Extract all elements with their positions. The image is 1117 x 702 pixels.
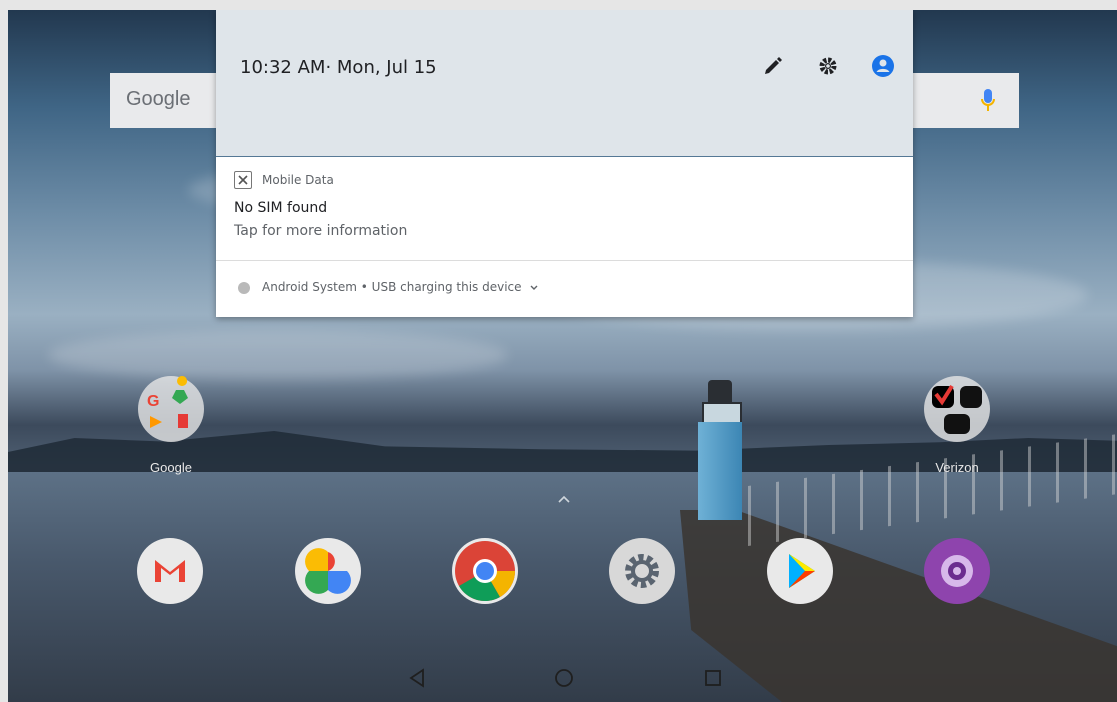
notification-summary: Android System • USB charging this devic… bbox=[262, 280, 539, 294]
notification-shade: 10:32 AM· Mon, Jul 15 Mobile Data No SIM… bbox=[216, 10, 913, 317]
notification-title: No SIM found bbox=[234, 200, 328, 216]
camera-icon[interactable] bbox=[924, 538, 990, 604]
verizon-folder[interactable] bbox=[924, 376, 990, 442]
lighthouse-roof bbox=[708, 380, 732, 404]
notification-summary-text: Android System • USB charging this devic… bbox=[262, 280, 522, 294]
wallpaper-cloud bbox=[48, 330, 508, 380]
home-screen: Google G Google Verizon 10:32 AM· Mon, J… bbox=[8, 10, 1117, 702]
notification-app-name: Mobile Data bbox=[262, 173, 334, 187]
quick-settings-header: 10:32 AM· Mon, Jul 15 bbox=[216, 10, 913, 156]
expand-chevron-icon[interactable] bbox=[529, 283, 539, 293]
android-system-icon bbox=[238, 282, 250, 294]
google-logo: Google bbox=[126, 88, 191, 110]
svg-text:G: G bbox=[147, 393, 159, 410]
google-search-bar-end[interactable] bbox=[913, 73, 1019, 128]
back-icon[interactable] bbox=[406, 666, 430, 690]
date: · Mon, Jul 15 bbox=[325, 57, 437, 78]
date-time: 10:32 AM· Mon, Jul 15 bbox=[240, 57, 437, 78]
play-store-icon[interactable] bbox=[767, 538, 833, 604]
google-folder[interactable]: G bbox=[138, 376, 204, 442]
wallpaper-lighthouse bbox=[694, 380, 746, 520]
photos-icon[interactable] bbox=[295, 538, 361, 604]
app-drawer-caret-icon[interactable] bbox=[556, 492, 572, 508]
account-icon[interactable] bbox=[871, 54, 895, 78]
lighthouse-body bbox=[698, 422, 742, 520]
no-data-icon bbox=[234, 171, 252, 189]
recents-icon[interactable] bbox=[701, 666, 725, 690]
settings-app-icon[interactable] bbox=[609, 538, 675, 604]
notification-text: Tap for more information bbox=[234, 223, 408, 239]
google-search-bar[interactable]: Google bbox=[110, 73, 216, 128]
google-folder-label: Google bbox=[150, 460, 192, 475]
usb-charging-notification[interactable]: Android System • USB charging this devic… bbox=[216, 261, 913, 317]
mobile-data-notification[interactable]: Mobile Data No SIM found Tap for more in… bbox=[216, 157, 913, 261]
settings-icon[interactable] bbox=[816, 54, 840, 78]
edit-icon[interactable] bbox=[761, 54, 785, 78]
mic-icon[interactable] bbox=[981, 88, 995, 112]
lighthouse-lamp bbox=[702, 402, 742, 424]
clock: 10:32 AM bbox=[240, 57, 326, 78]
chrome-icon[interactable] bbox=[452, 538, 518, 604]
gmail-icon[interactable] bbox=[137, 538, 203, 604]
verizon-folder-label: Verizon bbox=[935, 460, 979, 475]
home-icon[interactable] bbox=[552, 666, 576, 690]
